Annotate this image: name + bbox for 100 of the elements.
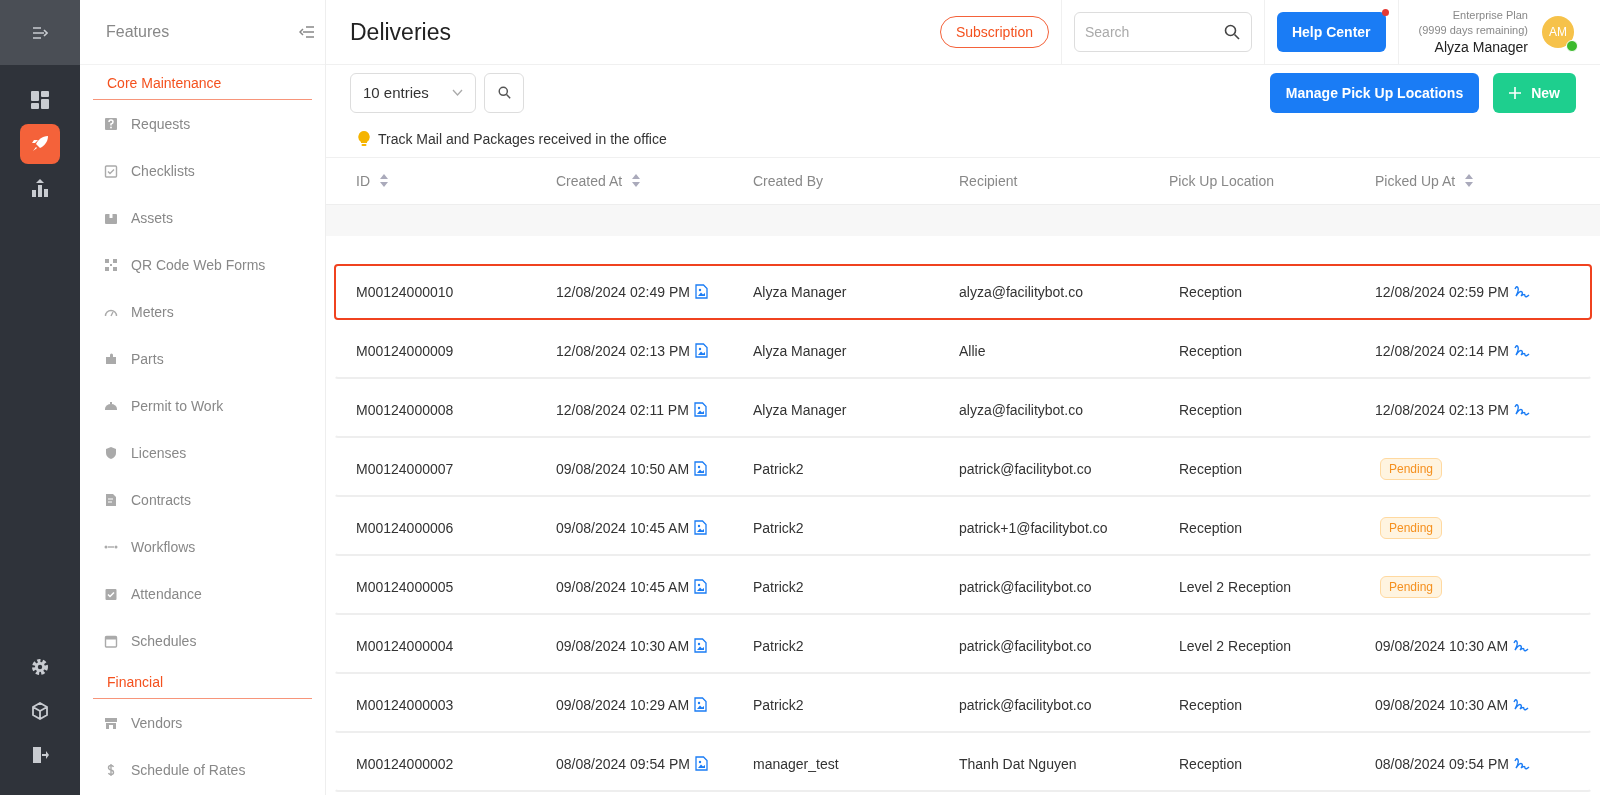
table-row[interactable]: M00124000007 09/08/2024 10:50 AM Patrick2 patrick@facilitybot.co Reception Pending [334,441,1592,497]
sidebar-item[interactable]: Assets [80,194,325,241]
sort-icon[interactable] [1465,174,1474,188]
table-cell: 08/08/2024 09:54 PM [556,756,690,772]
image-file-icon[interactable] [694,756,708,772]
plus-icon [1509,86,1522,99]
checklist-icon [104,163,118,178]
table-cell-text: Reception [1178,756,1244,772]
table-row[interactable]: M00124000008 12/08/2024 02:11 PM Alyza Manager alyza@facilitybot.co Reception 12/08/2024 02:13 PM [334,382,1592,438]
status-badge: Pending [1380,576,1443,598]
image-file-icon[interactable] [694,520,708,536]
menu-icon [32,25,48,40]
image-file-icon[interactable] [694,343,708,359]
signature-icon[interactable] [1513,757,1530,771]
table-cell-text: Patrick2 [753,520,805,536]
question-icon [104,116,118,131]
clipboard-check-icon [104,586,118,601]
signature-icon[interactable] [1513,639,1530,653]
table-cell-text: patrick@facilitybot.co [959,461,1093,477]
table-cell-text: Patrick2 [753,579,805,595]
table-cell: 09/08/2024 10:30 AM [1375,697,1509,713]
sort-icon[interactable] [380,174,388,188]
image-file-icon[interactable] [694,638,708,654]
logout-icon [31,746,49,764]
image-file-icon[interactable] [694,461,708,477]
sidebar-item[interactable]: Requests [80,100,325,147]
sort-icon[interactable] [632,174,641,188]
table-cell-text: Patrick2 [753,638,805,654]
table-cell-text: Patrick2 [753,697,805,713]
table-cell-text: Level 2 Reception [1178,638,1293,654]
chart-icon [31,179,49,197]
table-row[interactable]: M00124000004 09/08/2024 10:30 AM Patrick2 patrick@facilitybot.co Level 2 Reception 09/08/2024 10:30 AM [334,618,1592,674]
table-cell-text: Alyza Manager [753,284,848,300]
table-row[interactable]: M00124000006 09/08/2024 10:45 AM Patrick2 patrick+1@facilitybot.co Reception Pending [334,500,1592,556]
sidebar-item[interactable]: Workflows [80,523,325,570]
table-cell: 12/08/2024 02:59 PM [1375,284,1509,300]
table-cell: 09/08/2024 10:45 AM [556,520,690,536]
shield-icon [104,445,118,460]
table-row[interactable]: M00124000003 09/08/2024 10:29 AM Patrick2 patrick@facilitybot.co Reception 09/08/2024 10:30 AM [334,677,1592,733]
table-cell-text: M00124000002 [356,756,455,772]
table-cell-text: patrick@facilitybot.co [959,638,1093,654]
sidebar-item[interactable]: Meters [80,288,325,335]
table-row[interactable]: M00124000002 08/08/2024 09:54 PM manager_test Thanh Dat Nguyen Reception 08/08/2024 09:54 PM [334,736,1592,792]
search-button[interactable] [484,72,524,113]
column-header: ID [356,172,370,189]
table-cell-text: Reception [1178,461,1244,477]
collapse-icon[interactable] [299,26,315,38]
table-cell-text: Alyza Manager [753,402,848,418]
table-cell-text: Allie [959,343,987,359]
table-cell-text: Alyza Manager [753,343,848,359]
signature-icon[interactable] [1513,344,1530,358]
table-cell-text: patrick@facilitybot.co [959,579,1093,595]
page-title: Deliveries [350,18,452,46]
table-cell-text: M00124000006 [356,520,455,536]
sidebar-item[interactable]: Schedules [80,617,325,664]
table-cell: 12/08/2024 02:13 PM [556,343,690,359]
sidebar-item[interactable]: Permit to Work [80,382,325,429]
table-cell-text: M00124000005 [356,579,455,595]
signature-icon[interactable] [1513,403,1530,417]
subscription-button[interactable]: Subscription [939,16,1049,48]
table-row[interactable]: M00124000009 12/08/2024 02:13 PM Alyza Manager Allie Reception 12/08/2024 02:14 PM [334,323,1592,379]
column-header: Created By [753,172,824,189]
sidebar-item[interactable]: Checklists [80,147,325,194]
signature-icon[interactable] [1513,285,1530,299]
table-cell-text: Reception [1178,697,1244,713]
table-cell-text: M00124000007 [356,461,455,477]
entries-dropdown[interactable]: 10 entries [350,72,476,113]
table-cell-text: M00124000009 [356,343,455,359]
table-cell: 12/08/2024 02:11 PM [556,402,689,418]
table-cell-text: M00124000010 [356,284,455,300]
sidebar-item[interactable]: Contracts [80,476,325,523]
rail-button[interactable] [20,124,60,164]
table-row[interactable]: M00124000005 09/08/2024 10:45 AM Patrick2 patrick@facilitybot.co Level 2 Reception Pending [334,559,1592,615]
status-badge: Pending [1380,458,1443,480]
table-cell: 09/08/2024 10:50 AM [556,461,690,477]
sidebar-item[interactable]: QR Code Web Forms [80,241,325,288]
help-center-button[interactable]: Help Center [1276,12,1386,52]
column-header: Created At [556,172,623,189]
image-file-icon[interactable] [693,402,707,418]
table-cell: 09/08/2024 10:30 AM [556,638,690,654]
sidebar-item[interactable]: Parts [80,335,325,382]
image-file-icon[interactable] [694,284,708,300]
table-cell: 12/08/2024 02:13 PM [1375,402,1509,418]
table-row[interactable]: M00124000010 12/08/2024 02:49 PM Alyza Manager alyza@facilitybot.co Reception 12/08/2024 02:59 PM [334,264,1592,320]
sidebar-item[interactable]: Licenses [80,429,325,476]
table-cell-text: M00124000008 [356,402,455,418]
cube-icon [31,702,49,720]
image-file-icon[interactable] [694,579,708,595]
manage-locations-button[interactable]: Manage Pick Up Locations [1269,72,1480,113]
calendar-icon [104,633,118,648]
sidebar-item[interactable]: Schedule of Rates [80,746,325,793]
signature-icon[interactable] [1513,698,1530,712]
table-cell-text: M00124000003 [356,697,455,713]
sidebar-item[interactable]: Vendors [80,699,325,746]
section-heading: Financial [93,664,312,699]
sidebar-item[interactable]: Attendance [80,570,325,617]
new-button[interactable]: New [1493,72,1576,113]
image-file-icon[interactable] [694,697,708,713]
search-field[interactable]: Search [1073,12,1252,52]
table-cell-text: patrick+1@facilitybot.co [959,520,1109,536]
